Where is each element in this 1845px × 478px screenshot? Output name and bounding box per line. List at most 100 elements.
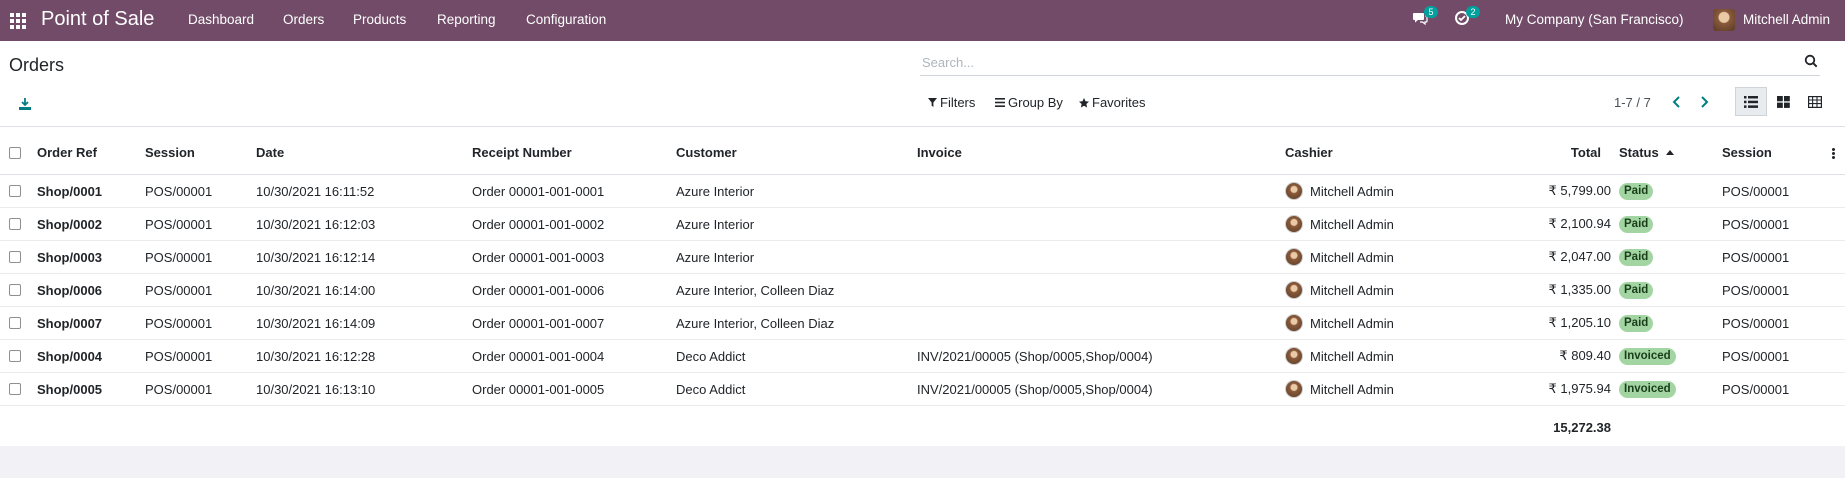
customer-cell: Azure Interior, Colleen Diaz bbox=[676, 315, 835, 331]
groupby-label: Group By bbox=[1008, 95, 1063, 110]
favorites-button[interactable]: Favorites bbox=[1079, 95, 1145, 110]
header-receipt-number[interactable]: Receipt Number bbox=[472, 131, 572, 174]
header-cashier[interactable]: Cashier bbox=[1285, 131, 1333, 174]
date-cell: 10/30/2021 16:12:28 bbox=[256, 348, 376, 364]
row-checkbox[interactable] bbox=[9, 350, 21, 362]
row-checkbox[interactable] bbox=[9, 317, 21, 329]
pager-value[interactable]: 1-7 / 7 bbox=[1614, 95, 1651, 110]
company-switcher[interactable]: My Company (San Francisco) bbox=[1505, 12, 1684, 27]
date-cell: 10/30/2021 16:12:03 bbox=[256, 216, 376, 232]
search-input[interactable] bbox=[920, 50, 1790, 74]
sort-ascending-icon bbox=[1665, 150, 1674, 155]
cashier-avatar bbox=[1285, 182, 1303, 200]
user-menu[interactable]: Mitchell Admin bbox=[1743, 12, 1830, 27]
pager-next-icon[interactable] bbox=[1695, 93, 1713, 111]
cashier-avatar bbox=[1285, 314, 1303, 332]
optional-columns-icon[interactable] bbox=[1832, 148, 1835, 159]
menu-dashboard[interactable]: Dashboard bbox=[188, 12, 254, 27]
receipt-cell: Order 00001-001-0005 bbox=[472, 381, 605, 397]
header-customer[interactable]: Customer bbox=[676, 131, 737, 174]
row-checkbox[interactable] bbox=[9, 251, 21, 263]
total-cell: ₹ 1,205.10 bbox=[1548, 315, 1612, 330]
filter-icon bbox=[928, 98, 937, 107]
menu-configuration[interactable]: Configuration bbox=[526, 12, 606, 27]
header-session[interactable]: Session bbox=[145, 131, 195, 174]
row-checkbox[interactable] bbox=[9, 185, 21, 197]
session-cell: POS/00001 bbox=[145, 282, 213, 298]
table-row[interactable]: Shop/0006 POS/00001 10/30/2021 16:14:00 Ord… bbox=[0, 274, 1845, 307]
header-session-2[interactable]: Session bbox=[1722, 131, 1772, 174]
table-row[interactable]: Shop/0001 POS/00001 10/30/2021 16:11:52 Ord… bbox=[0, 175, 1845, 208]
cashier-avatar bbox=[1285, 248, 1303, 266]
list-view-button[interactable] bbox=[1735, 87, 1767, 116]
messages-button[interactable]: 5 bbox=[1412, 6, 1438, 29]
menu-products[interactable]: Products bbox=[353, 12, 406, 27]
table-row[interactable]: Shop/0005 POS/00001 10/30/2021 16:13:10 Ord… bbox=[0, 373, 1845, 406]
messages-count-badge: 5 bbox=[1424, 6, 1438, 18]
kanban-view-button[interactable] bbox=[1767, 87, 1799, 116]
cashier-avatar bbox=[1285, 380, 1303, 398]
receipt-cell: Order 00001-001-0006 bbox=[472, 282, 605, 298]
status-badge: Paid bbox=[1619, 281, 1654, 299]
session-cell: POS/00001 bbox=[145, 348, 213, 364]
table-row[interactable]: Shop/0003 POS/00001 10/30/2021 16:12:14 Ord… bbox=[0, 241, 1845, 274]
header-order-ref[interactable]: Order Ref bbox=[37, 131, 97, 174]
cashier-name: Mitchell Admin bbox=[1310, 348, 1394, 364]
menu-reporting[interactable]: Reporting bbox=[437, 12, 496, 27]
download-icon[interactable] bbox=[18, 97, 32, 111]
receipt-cell: Order 00001-001-0004 bbox=[472, 348, 605, 364]
header-date[interactable]: Date bbox=[256, 131, 284, 174]
header-status-label: Status bbox=[1619, 145, 1659, 160]
app-title[interactable]: Point of Sale bbox=[41, 8, 154, 31]
session-cell-2: POS/00001 bbox=[1722, 183, 1790, 199]
apps-menu-icon[interactable] bbox=[10, 13, 26, 29]
activities-count-badge: 2 bbox=[1466, 6, 1480, 18]
row-checkbox[interactable] bbox=[9, 383, 21, 395]
activities-button[interactable]: 2 bbox=[1454, 6, 1480, 29]
status-badge: Paid bbox=[1619, 314, 1654, 332]
customer-cell: Azure Interior, Colleen Diaz bbox=[676, 282, 835, 298]
total-cell: ₹ 2,100.94 bbox=[1548, 216, 1612, 231]
row-checkbox[interactable] bbox=[9, 218, 21, 230]
cashier-name: Mitchell Admin bbox=[1310, 183, 1394, 199]
invoice-cell: INV/2021/00005 (Shop/0005,Shop/0004) bbox=[917, 348, 1153, 364]
total-cell: ₹ 1,975.94 bbox=[1548, 381, 1612, 396]
header-status[interactable]: Status bbox=[1619, 131, 1674, 174]
kanban-view-icon bbox=[1776, 95, 1790, 108]
table-row[interactable]: Shop/0004 POS/00001 10/30/2021 16:12:28 Ord… bbox=[0, 340, 1845, 373]
groupby-button[interactable]: Group By bbox=[995, 95, 1063, 110]
table-row[interactable]: Shop/0002 POS/00001 10/30/2021 16:12:03 Ord… bbox=[0, 208, 1845, 241]
header-total[interactable]: Total bbox=[1480, 131, 1601, 174]
order-ref-cell: Shop/0001 bbox=[37, 183, 103, 199]
order-ref-cell: Shop/0004 bbox=[37, 348, 103, 364]
user-avatar[interactable] bbox=[1713, 9, 1735, 31]
cashier-cell: Mitchell Admin bbox=[1285, 208, 1394, 240]
cashier-cell: Mitchell Admin bbox=[1285, 340, 1394, 372]
date-cell: 10/30/2021 16:11:52 bbox=[256, 183, 375, 199]
filters-button[interactable]: Filters bbox=[928, 95, 975, 110]
pager-previous-icon[interactable] bbox=[1668, 93, 1686, 111]
customer-cell: Deco Addict bbox=[676, 348, 746, 364]
cashier-name: Mitchell Admin bbox=[1310, 249, 1394, 265]
cashier-cell: Mitchell Admin bbox=[1285, 175, 1394, 207]
session-cell: POS/00001 bbox=[145, 183, 213, 199]
pivot-view-button[interactable] bbox=[1799, 87, 1831, 116]
status-cell: Paid bbox=[1619, 208, 1654, 240]
menu-orders[interactable]: Orders bbox=[283, 12, 324, 27]
customer-cell: Azure Interior bbox=[676, 183, 755, 199]
search-icon[interactable] bbox=[1804, 54, 1818, 68]
receipt-cell: Order 00001-001-0003 bbox=[472, 249, 605, 265]
list-bars-icon bbox=[995, 98, 1005, 107]
session-cell: POS/00001 bbox=[145, 381, 213, 397]
customer-cell: Deco Addict bbox=[676, 381, 746, 397]
table-row[interactable]: Shop/0007 POS/00001 10/30/2021 16:14:09 Ord… bbox=[0, 307, 1845, 340]
select-all-checkbox[interactable] bbox=[9, 147, 21, 159]
total-cell: ₹ 809.40 bbox=[1559, 348, 1611, 363]
row-checkbox[interactable] bbox=[9, 284, 21, 296]
session-cell-2: POS/00001 bbox=[1722, 381, 1790, 397]
header-invoice[interactable]: Invoice bbox=[917, 131, 962, 174]
control-panel: Orders Filters Group By Favorites 1-7 / … bbox=[0, 41, 1845, 127]
date-cell: 10/30/2021 16:12:14 bbox=[256, 249, 376, 265]
list-view-icon bbox=[1744, 95, 1758, 108]
date-cell: 10/30/2021 16:14:09 bbox=[256, 315, 376, 331]
